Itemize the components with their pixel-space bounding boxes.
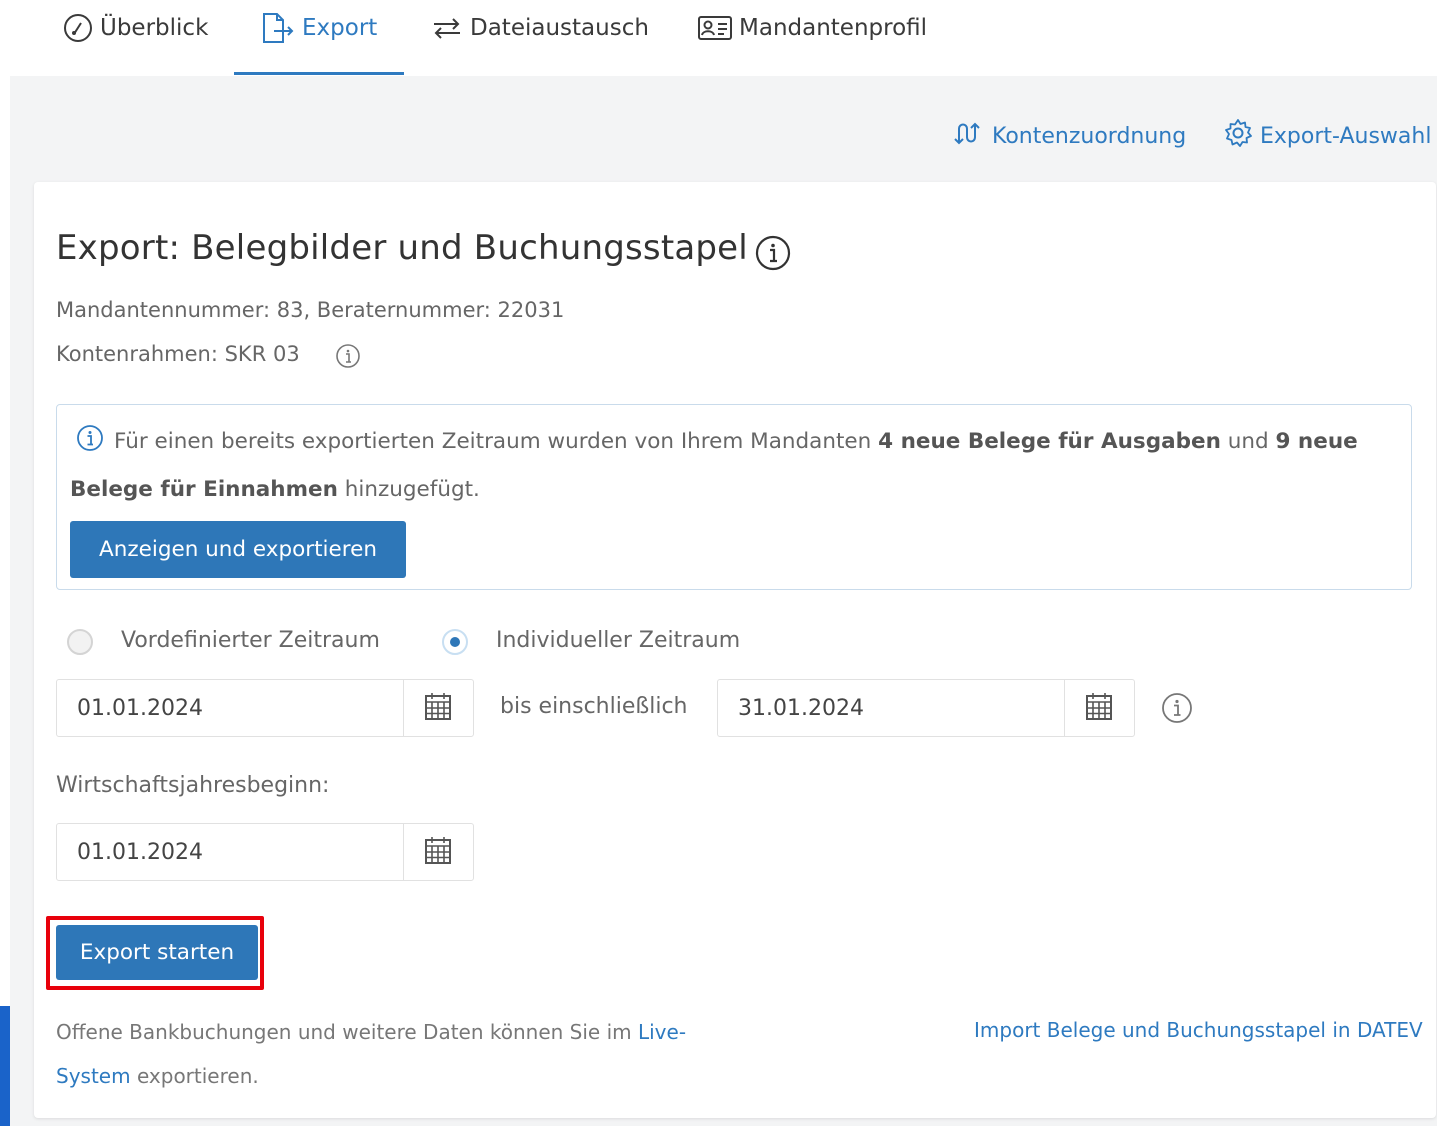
import-datev-link[interactable]: Import Belege und Buchungsstapel in DATE… xyxy=(974,1010,1423,1050)
tab-mandantenprofil[interactable]: Mandantenprofil xyxy=(697,8,927,48)
swap-arrows-icon xyxy=(430,13,464,43)
show-and-export-button[interactable]: Anzeigen und exportieren xyxy=(70,521,406,578)
radio-predefined-label[interactable]: Vordefinierter Zeitraum xyxy=(121,628,380,653)
gear-icon xyxy=(1222,117,1254,155)
dial-icon xyxy=(62,12,94,44)
date-to-input[interactable] xyxy=(718,680,1064,736)
tab-label: Mandantenprofil xyxy=(739,15,928,41)
calendar-icon xyxy=(1085,691,1113,725)
export-auswahl-link[interactable]: Export-Auswahl xyxy=(1222,118,1431,154)
calendar-icon xyxy=(424,691,452,725)
radio-predefined-period[interactable] xyxy=(67,629,93,655)
date-range-info-icon[interactable] xyxy=(1161,692,1193,728)
tab-export[interactable]: Export xyxy=(260,8,377,48)
calendar-icon xyxy=(424,835,452,869)
date-to-group xyxy=(717,679,1135,737)
tab-dateiaustausch[interactable]: Dateiaustausch xyxy=(430,8,649,48)
tab-label: Export xyxy=(302,15,378,41)
page-title: Export: Belegbilder und Buchungsstapel xyxy=(56,228,748,268)
info-icon xyxy=(76,424,104,468)
client-numbers: Mandantennummer: 83, Beraternummer: 2203… xyxy=(56,298,565,322)
kontenzuordnung-link[interactable]: Kontenzuordnung xyxy=(954,118,1186,154)
active-tab-indicator xyxy=(234,72,404,75)
info-icon[interactable] xyxy=(754,234,792,276)
mapping-icon xyxy=(954,119,986,153)
date-from-input[interactable] xyxy=(57,680,403,736)
fiscal-year-picker-button[interactable] xyxy=(402,824,473,880)
export-start-button[interactable]: Export starten xyxy=(56,925,258,980)
radio-individual-period[interactable] xyxy=(442,629,468,655)
tab-label: Dateiaustausch xyxy=(470,15,649,41)
fiscal-year-input[interactable] xyxy=(57,824,403,880)
notice-text: Für einen bereits exportierten Zeitraum … xyxy=(70,420,1410,512)
id-card-icon xyxy=(697,14,733,42)
fiscal-year-label: Wirtschaftsjahresbeginn: xyxy=(56,773,330,798)
date-from-group xyxy=(56,679,474,737)
tab-ueberblick[interactable]: Überblick xyxy=(62,8,208,48)
radio-individual-label[interactable]: Individueller Zeitraum xyxy=(496,628,740,653)
kontenzuordnung-label: Kontenzuordnung xyxy=(992,123,1187,149)
date-from-picker-button[interactable] xyxy=(402,680,473,736)
desktop-edge xyxy=(0,1006,10,1126)
fiscal-year-group xyxy=(56,823,474,881)
file-export-icon xyxy=(260,11,296,45)
tab-label: Überblick xyxy=(100,15,209,41)
top-tab-bar: Überblick Export Dateiaustausch Mandante… xyxy=(0,0,1437,76)
date-range-separator: bis einschließlich xyxy=(500,694,688,719)
footer-note: Offene Bankbuchungen und weitere Daten k… xyxy=(56,1020,687,1088)
date-to-picker-button[interactable] xyxy=(1063,680,1134,736)
export-auswahl-label: Export-Auswahl xyxy=(1260,123,1432,149)
kontenrahmen-info-icon[interactable] xyxy=(335,343,361,373)
kontenrahmen-text: Kontenrahmen: SKR 03 xyxy=(56,342,300,366)
